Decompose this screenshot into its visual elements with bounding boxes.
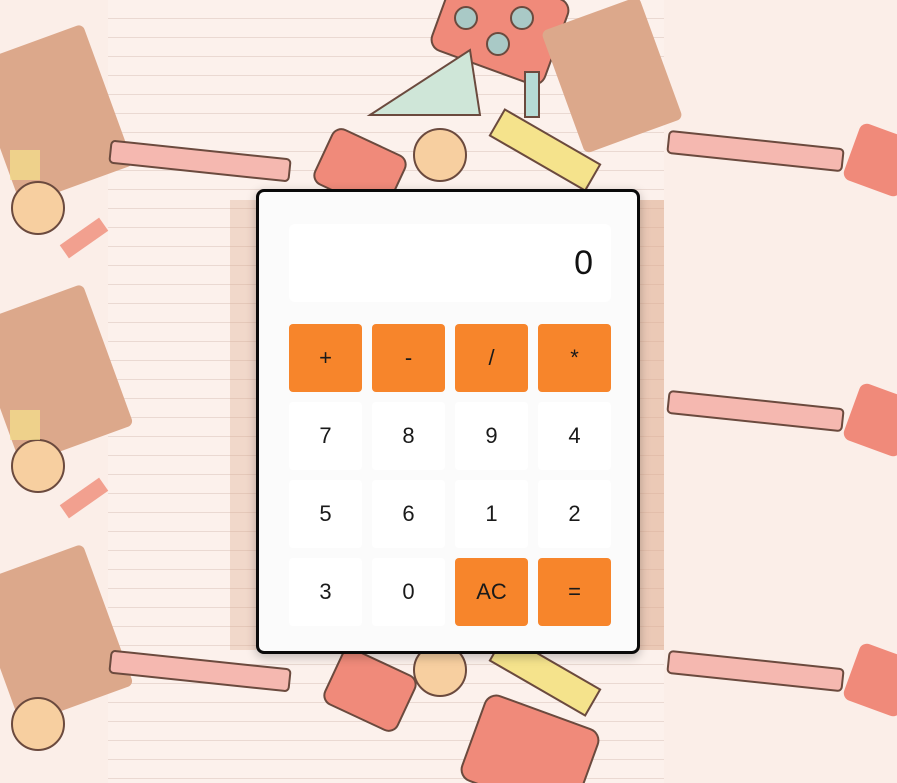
digit-4-key[interactable]: 4 bbox=[538, 402, 611, 470]
digit-5-key[interactable]: 5 bbox=[289, 480, 362, 548]
calculator-display: 0 bbox=[289, 224, 611, 302]
divide-key[interactable]: / bbox=[455, 324, 528, 392]
digit-7-key[interactable]: 7 bbox=[289, 402, 362, 470]
digit-0-key[interactable]: 0 bbox=[372, 558, 445, 626]
digit-1-key[interactable]: 1 bbox=[455, 480, 528, 548]
digit-3-key[interactable]: 3 bbox=[289, 558, 362, 626]
minus-key[interactable]: - bbox=[372, 324, 445, 392]
calculator-panel: 0 + - / * 7 8 9 4 5 6 1 2 3 0 AC = bbox=[256, 189, 640, 654]
digit-6-key[interactable]: 6 bbox=[372, 480, 445, 548]
multiply-key[interactable]: * bbox=[538, 324, 611, 392]
keypad: + - / * 7 8 9 4 5 6 1 2 3 0 AC = bbox=[289, 324, 613, 626]
digit-8-key[interactable]: 8 bbox=[372, 402, 445, 470]
all-clear-key[interactable]: AC bbox=[455, 558, 528, 626]
plus-key[interactable]: + bbox=[289, 324, 362, 392]
notebook-tile-top bbox=[108, 0, 682, 212]
digit-9-key[interactable]: 9 bbox=[455, 402, 528, 470]
notebook-tile-right bbox=[664, 0, 897, 783]
digit-2-key[interactable]: 2 bbox=[538, 480, 611, 548]
equals-key[interactable]: = bbox=[538, 558, 611, 626]
